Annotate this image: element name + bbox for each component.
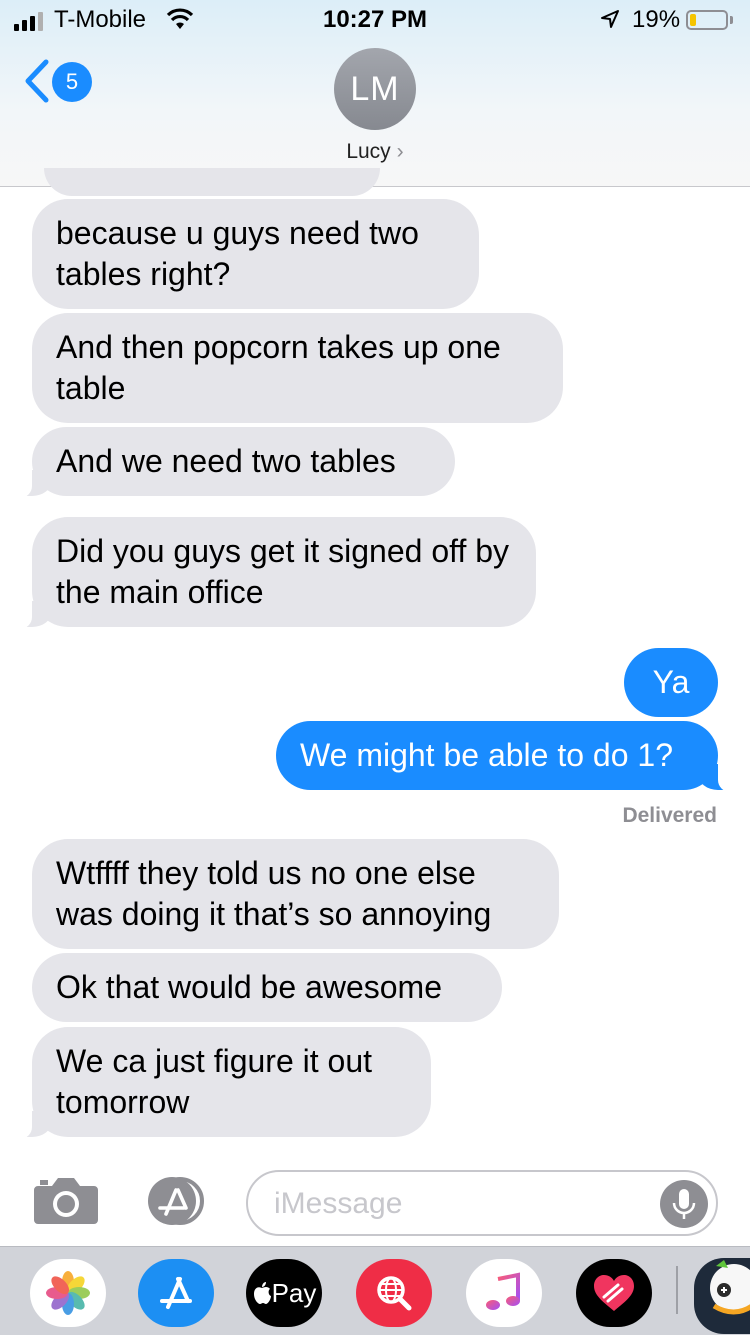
battery-percentage: 19%: [632, 6, 681, 33]
incoming-message[interactable]: Ok that would be awesome: [32, 953, 502, 1022]
incoming-message[interactable]: And then popcorn takes up one table: [32, 313, 563, 423]
incoming-message[interactable]: because u guys need two tables right?: [32, 199, 479, 309]
location-arrow-icon: [601, 10, 619, 28]
photos-app-button[interactable]: [30, 1259, 106, 1327]
contact-name-button[interactable]: Lucy ›: [0, 140, 750, 164]
back-button[interactable]: 5: [22, 56, 102, 106]
chevron-left-icon: [25, 59, 49, 103]
incoming-message[interactable]: We ca just figure it out tomorrow: [12, 1027, 431, 1139]
outgoing-message[interactable]: Ya: [624, 648, 718, 717]
music-icon: [486, 1272, 520, 1310]
imessage-input[interactable]: [272, 1182, 646, 1226]
battery-level-fill: [690, 14, 696, 26]
apple-pay-button[interactable]: Pay: [246, 1259, 322, 1327]
web-search-icon: [377, 1276, 412, 1311]
incoming-message[interactable]: And we need two tables: [12, 427, 455, 498]
app-drawer: Pay: [0, 1246, 750, 1335]
battery-icon: [686, 10, 728, 30]
music-app-button[interactable]: [466, 1259, 542, 1327]
microphone-icon: [672, 1189, 696, 1219]
game-app-icon: [710, 1260, 750, 1315]
outgoing-message[interactable]: We might be able to do 1?: [276, 721, 738, 792]
chevron-right-icon: ›: [396, 140, 404, 163]
photos-icon: [46, 1271, 90, 1315]
camera-button[interactable]: [32, 1176, 100, 1226]
app-store-button[interactable]: [140, 1176, 212, 1226]
apple-logo-icon: [253, 1282, 271, 1304]
app-store-icon: [148, 1177, 204, 1225]
partial-message-bubble: [44, 168, 380, 196]
dictation-button[interactable]: [660, 1180, 708, 1228]
unread-count-badge: 5: [52, 62, 92, 102]
heart-app-icon: [594, 1275, 634, 1311]
battery-nub: [730, 16, 733, 24]
contact-avatar[interactable]: LM: [334, 48, 416, 130]
imessage-field[interactable]: [246, 1170, 718, 1236]
drawer-divider: [676, 1266, 678, 1314]
incoming-message[interactable]: Did you guys get it signed off by the ma…: [12, 517, 536, 629]
compose-bar: [0, 1150, 750, 1246]
conversation-header: T-Mobile 10:27 PM 19% 5 LM Lucy ›: [0, 0, 750, 187]
status-bar: T-Mobile 10:27 PM 19%: [0, 0, 750, 40]
incoming-message[interactable]: Wtffff they told us no one else was doin…: [32, 839, 559, 949]
contact-name: Lucy: [346, 140, 391, 163]
heart-app-button[interactable]: [576, 1259, 652, 1327]
game-app-button[interactable]: [694, 1258, 750, 1334]
camera-icon: [34, 1178, 98, 1224]
delivered-status: Delivered: [622, 804, 717, 827]
apple-pay-label: Pay: [271, 1277, 317, 1308]
web-search-app-button[interactable]: [356, 1259, 432, 1327]
app-store-drawer-button[interactable]: [138, 1259, 214, 1327]
app-store-icon: [160, 1277, 192, 1309]
